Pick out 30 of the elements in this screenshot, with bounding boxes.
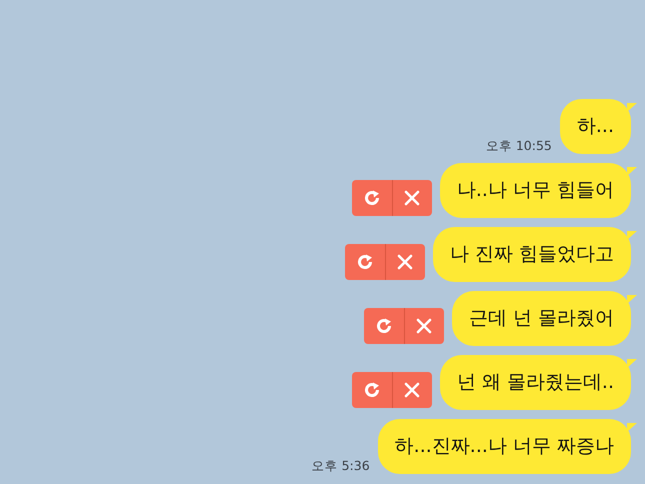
bubble-tail bbox=[627, 423, 637, 432]
message-bubble: 근데 넌 몰라줬어 bbox=[452, 291, 631, 346]
retry-button[interactable] bbox=[344, 244, 385, 280]
message-bubble: 하... bbox=[560, 99, 631, 154]
delete-button[interactable] bbox=[392, 372, 432, 408]
bubble-tail bbox=[627, 231, 637, 240]
retry-button[interactable] bbox=[364, 308, 404, 344]
retry-button[interactable] bbox=[352, 180, 392, 216]
message-time: 오후 5:36 bbox=[312, 460, 370, 472]
retry-icon bbox=[362, 189, 381, 207]
close-icon bbox=[397, 254, 414, 270]
retry-button[interactable] bbox=[352, 372, 392, 408]
message-bubble: 하...진짜...나 너무 짜증나 bbox=[378, 419, 631, 474]
retry-icon bbox=[362, 381, 381, 399]
message-bubble: 넌 왜 몰라줬는데.. bbox=[440, 355, 631, 410]
retry-icon bbox=[374, 317, 393, 335]
bubble-tail bbox=[627, 103, 637, 112]
delete-button[interactable] bbox=[392, 180, 432, 216]
message-bubble: 나..나 너무 힘들어 bbox=[440, 163, 631, 218]
close-icon bbox=[404, 382, 420, 398]
close-icon bbox=[404, 190, 420, 206]
message-bubble: 나 진짜 힘들었다고 bbox=[432, 227, 631, 282]
delete-button[interactable] bbox=[404, 308, 444, 344]
close-icon bbox=[416, 318, 432, 334]
retry-icon bbox=[356, 253, 374, 271]
delete-button[interactable] bbox=[384, 244, 425, 280]
bubble-tail bbox=[627, 295, 637, 304]
message-time: 오후 10:55 bbox=[486, 140, 552, 152]
bubble-tail bbox=[627, 167, 637, 176]
bubble-tail bbox=[627, 359, 637, 368]
